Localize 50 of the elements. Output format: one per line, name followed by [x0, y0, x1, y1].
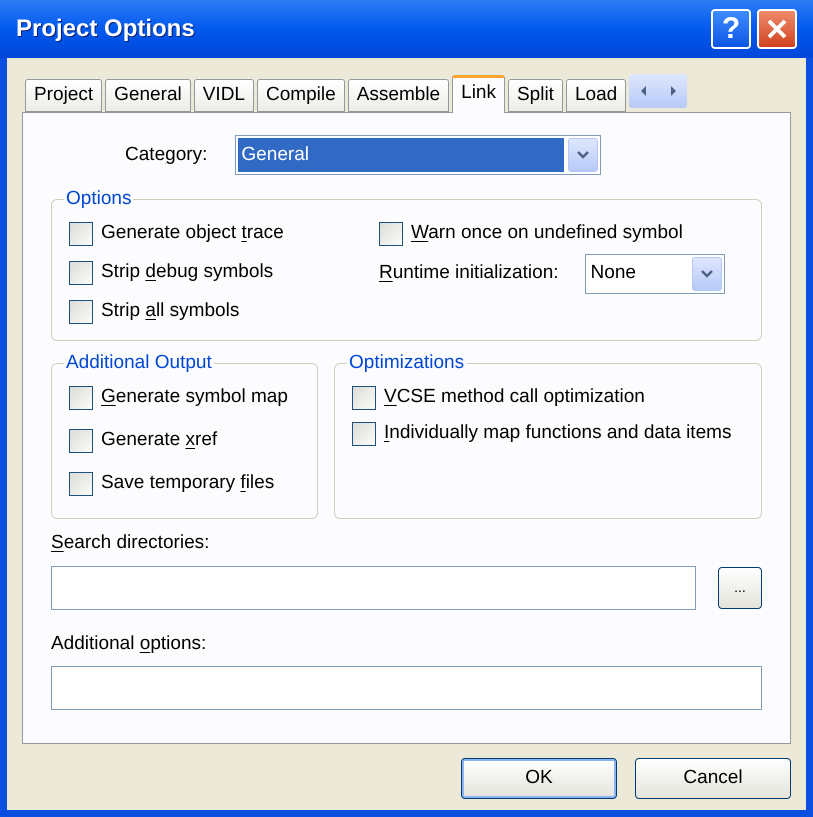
checkbox[interactable] [69, 260, 93, 284]
category-value: General [238, 138, 564, 172]
checkbox-label: Save temporary files [101, 470, 274, 494]
category-dropdown[interactable]: General [235, 135, 602, 175]
checkbox[interactable] [69, 222, 93, 246]
dropdown-label: Runtime initialization: [379, 261, 559, 286]
checkbox-label: Generate object trace [101, 220, 284, 244]
tab[interactable]: Load [566, 79, 626, 112]
browse-button[interactable]: ... [718, 566, 762, 608]
group-title: Optimizations [348, 351, 466, 375]
additional-options-field[interactable] [51, 666, 762, 710]
checkbox[interactable] [352, 422, 376, 446]
window-title: Project Options [16, 14, 195, 44]
checkbox-label: Strip debug symbols [101, 260, 274, 284]
tab[interactable]: Split [508, 79, 563, 112]
checkbox-label: VCSE method call optimization [384, 384, 646, 408]
checkbox[interactable] [379, 222, 403, 246]
checkbox-label: Strip all symbols [101, 298, 240, 322]
checkbox[interactable] [69, 428, 93, 452]
close-icon [766, 18, 788, 40]
tab[interactable]: Compile [257, 79, 345, 112]
checkbox[interactable] [352, 386, 376, 410]
additional-options-label: Additional options: [51, 632, 208, 656]
tab[interactable]: VIDL [194, 79, 254, 112]
search-directories-field[interactable] [51, 566, 696, 610]
close-button[interactable] [757, 9, 797, 49]
group-title: Additional Output [65, 351, 213, 375]
checkbox[interactable] [69, 386, 93, 410]
category-label: Category: [125, 142, 208, 167]
group-title: Options [65, 187, 132, 211]
arrow-right-icon[interactable] [668, 85, 677, 97]
chevron-down-icon[interactable] [700, 268, 714, 278]
tab[interactable]: General [105, 79, 191, 112]
checkbox[interactable] [69, 472, 93, 496]
checkbox-label: Generate xref [101, 428, 218, 452]
tab[interactable]: Project [25, 79, 102, 112]
chevron-down-icon[interactable] [576, 150, 590, 160]
checkbox-label: Generate symbol map [101, 384, 288, 408]
search-directories-label: Search directories: [51, 531, 210, 555]
dialog-button[interactable]: Cancel [635, 758, 791, 799]
checkbox[interactable] [69, 300, 93, 324]
dialog-button[interactable]: OK [461, 758, 617, 799]
checkbox-label: Warn once on undefined symbol [411, 220, 683, 244]
checkbox-label: Individually map functions and data items [384, 420, 732, 444]
tab-scroll-buttons[interactable] [629, 74, 688, 108]
tab[interactable]: Assemble [348, 79, 450, 112]
arrow-left-icon[interactable] [640, 85, 648, 97]
help-button[interactable]: ? [711, 9, 751, 49]
tab[interactable]: Link [452, 75, 505, 113]
runtime-dropdown[interactable]: None [584, 254, 725, 294]
